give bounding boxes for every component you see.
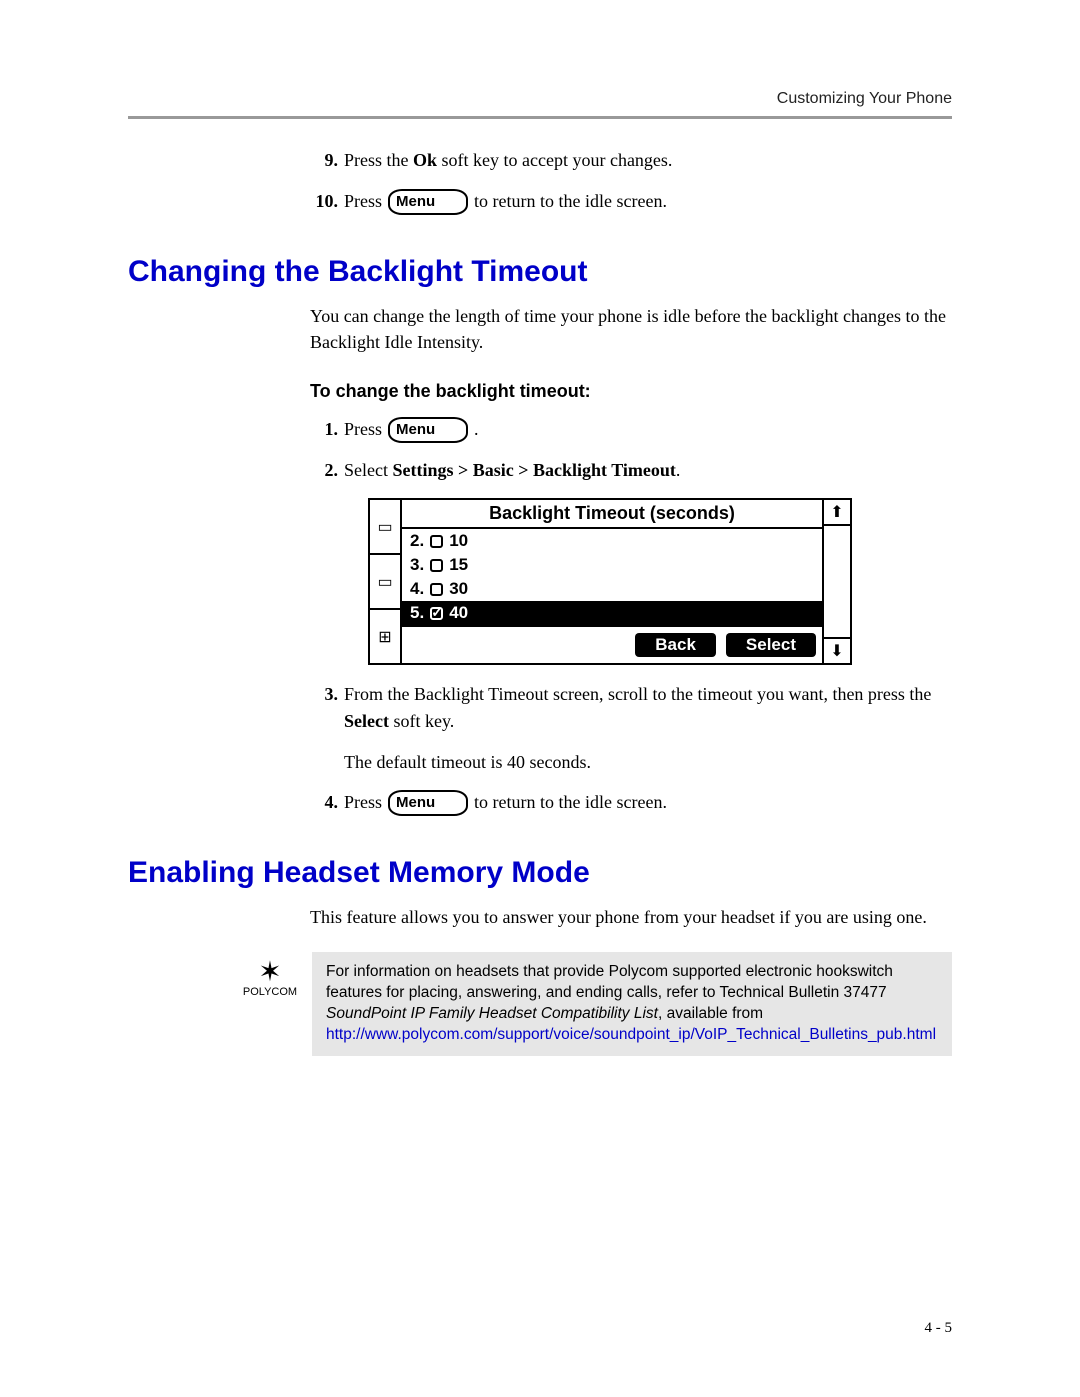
- step-text: to return to the idle screen.: [474, 188, 667, 215]
- scroll-up-icon: ⬆: [822, 498, 852, 526]
- side-icon: ▭: [370, 555, 400, 610]
- step-text: soft key to accept your changes.: [437, 150, 672, 170]
- step-number: 1.: [310, 416, 338, 443]
- softkey-back: Back: [635, 633, 716, 657]
- row-value: 15: [449, 555, 468, 575]
- polycom-logo: ✶ POLYCOM: [240, 952, 300, 998]
- menu-key-icon: Menu: [388, 189, 468, 215]
- polycom-logo-text: POLYCOM: [240, 986, 300, 998]
- row-index: 2.: [410, 531, 424, 551]
- row-index: 4.: [410, 579, 424, 599]
- step-9: 9. Press the Ok soft key to accept your …: [310, 147, 952, 174]
- step-text: .: [676, 460, 681, 480]
- phone-title: Backlight Timeout (seconds): [402, 500, 822, 529]
- radio-icon: [430, 583, 443, 596]
- select-key-label: Select: [344, 711, 389, 731]
- row-index: 3.: [410, 555, 424, 575]
- step-text: Press: [344, 188, 382, 215]
- bstep-4: 4. Press Menu to return to the idle scre…: [310, 789, 952, 816]
- row-value: 40: [449, 603, 468, 623]
- step-number: 10.: [310, 188, 338, 215]
- step-number: 2.: [310, 457, 338, 484]
- page-header-section: Customizing Your Phone: [128, 90, 952, 108]
- side-icon: ⊞: [370, 610, 400, 663]
- step-text: soft key.: [389, 711, 454, 731]
- step-number: 9.: [310, 147, 338, 174]
- menu-key-icon: Menu: [388, 417, 468, 443]
- phone-scrollbar: ⬆ ⬇: [822, 500, 850, 663]
- polycom-mark-icon: ✶: [240, 958, 300, 986]
- phone-list-row: 3.15: [402, 553, 822, 577]
- ok-key-label: Ok: [413, 150, 437, 170]
- procedure-heading: To change the backlight timeout:: [310, 381, 952, 402]
- row-value: 30: [449, 579, 468, 599]
- menu-key-icon: Menu: [388, 790, 468, 816]
- phone-list-row: 2.10: [402, 529, 822, 553]
- phone-screenshot: ▭ ▭ ⊞ Backlight Timeout (seconds) 2.103.…: [368, 498, 852, 665]
- paragraph: You can change the length of time your p…: [310, 303, 952, 355]
- note-text: , available from: [658, 1005, 763, 1022]
- row-index: 5.: [410, 603, 424, 623]
- note-block: ✶ POLYCOM For information on headsets th…: [240, 952, 952, 1056]
- scroll-down-icon: ⬇: [822, 637, 852, 665]
- heading-headset-memory: Enabling Headset Memory Mode: [128, 856, 952, 890]
- note-box: For information on headsets that provide…: [312, 952, 952, 1056]
- row-value: 10: [449, 531, 468, 551]
- bstep-3: 3. From the Backlight Timeout screen, sc…: [310, 681, 952, 735]
- header-rule: [128, 116, 952, 119]
- paragraph: The default timeout is 40 seconds.: [344, 749, 952, 775]
- note-italic: SoundPoint IP Family Headset Compatibili…: [326, 1005, 658, 1022]
- radio-checked-icon: [430, 607, 443, 620]
- heading-backlight-timeout: Changing the Backlight Timeout: [128, 255, 952, 289]
- step-number: 4.: [310, 789, 338, 816]
- radio-icon: [430, 535, 443, 548]
- step-text: Select: [344, 460, 392, 480]
- note-text: For information on headsets that provide…: [326, 963, 893, 1001]
- side-icon: ▭: [370, 500, 400, 555]
- step-number: 3.: [310, 681, 338, 708]
- phone-side-icons: ▭ ▭ ⊞: [370, 500, 402, 663]
- softkey-select: Select: [726, 633, 816, 657]
- step-text: Press the: [344, 150, 413, 170]
- step-text: Press: [344, 789, 382, 816]
- step-text: .: [474, 416, 479, 443]
- page-footer: 4 - 5: [925, 1320, 953, 1337]
- radio-icon: [430, 559, 443, 572]
- bstep-2: 2. Select Settings > Basic > Backlight T…: [310, 457, 952, 484]
- phone-list-row: 4.30: [402, 577, 822, 601]
- paragraph: This feature allows you to answer your p…: [310, 904, 952, 930]
- note-link[interactable]: http://www.polycom.com/support/voice/sou…: [326, 1026, 936, 1043]
- bstep-1: 1. Press Menu .: [310, 416, 952, 443]
- phone-list-row: 5.40: [402, 601, 822, 625]
- step-text: to return to the idle screen.: [474, 789, 667, 816]
- step-text: From the Backlight Timeout screen, scrol…: [344, 684, 931, 704]
- phone-list: 2.103.154.305.40: [402, 529, 822, 625]
- step-text: Press: [344, 416, 382, 443]
- menu-path: Settings > Basic > Backlight Timeout: [392, 460, 675, 480]
- step-10: 10. Press Menu to return to the idle scr…: [310, 188, 952, 215]
